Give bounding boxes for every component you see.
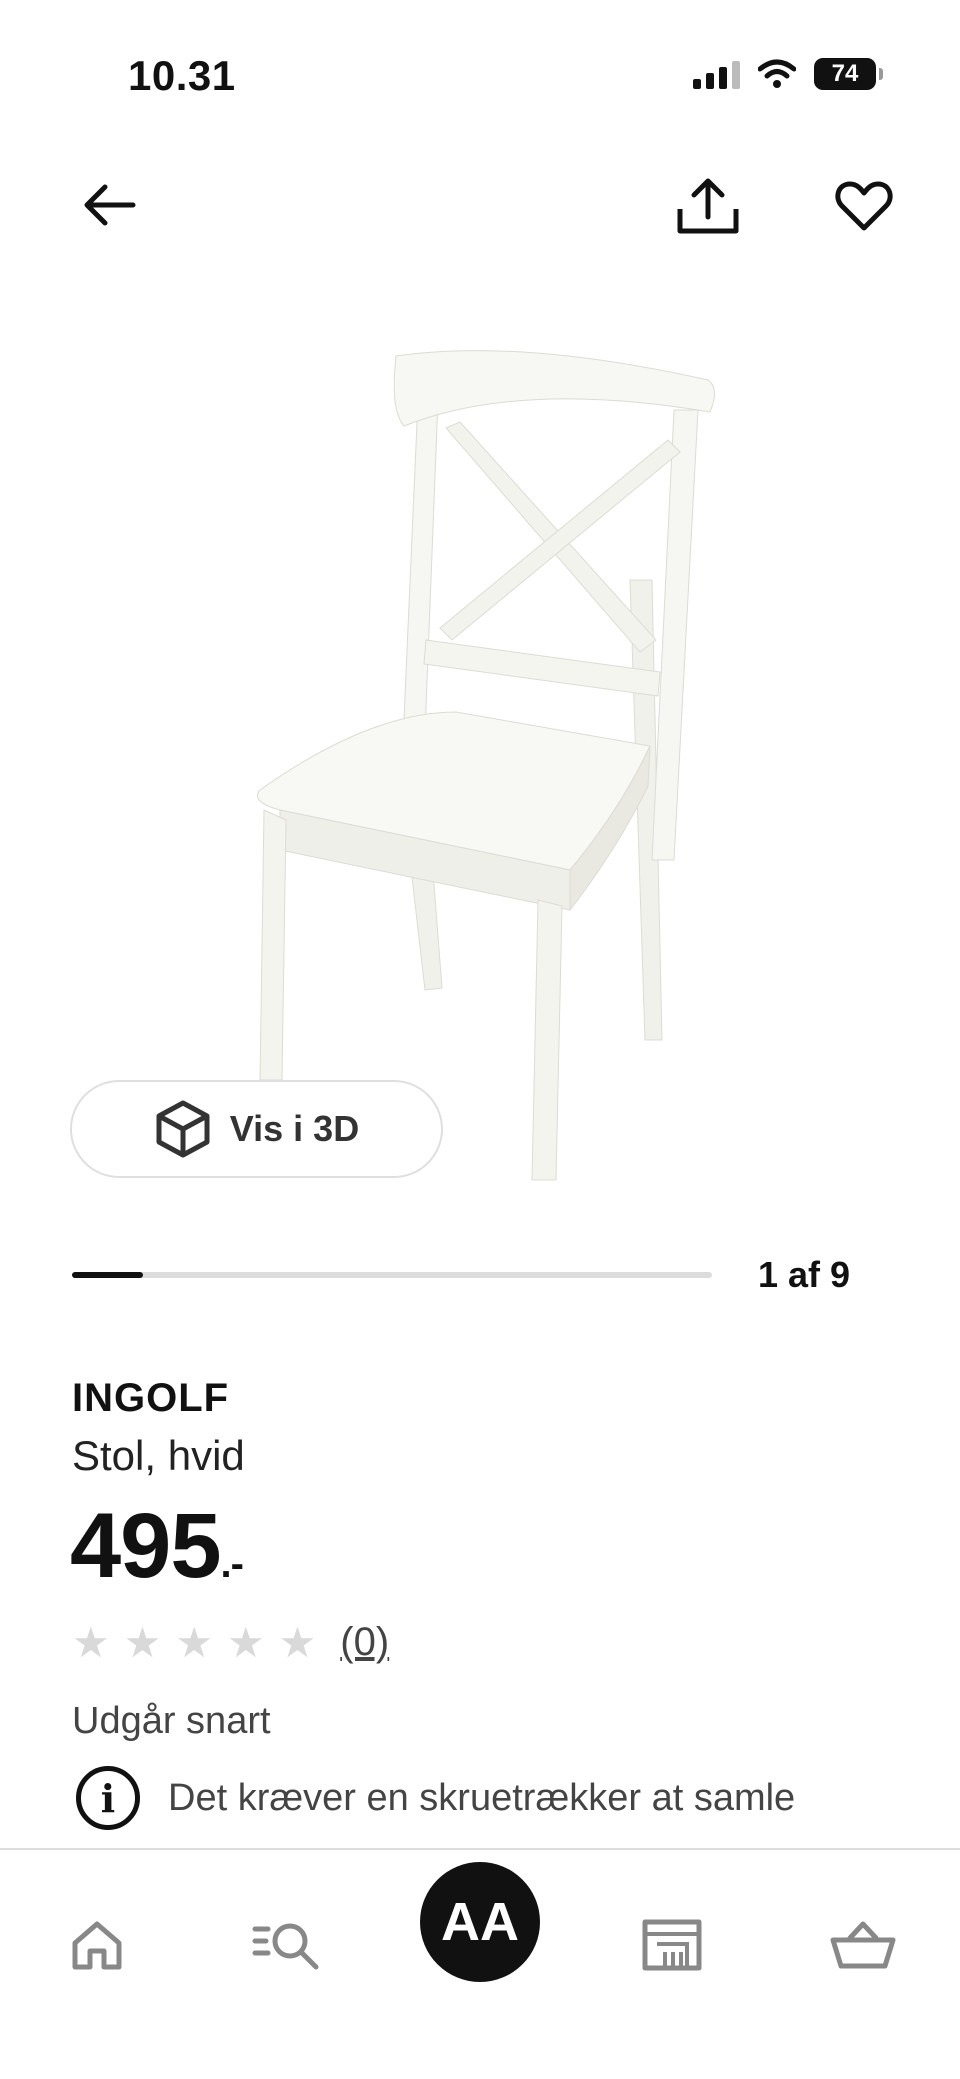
assembly-info-text: Det kræver en skruetrækker at samle <box>168 1776 796 1819</box>
star-icon: ★ <box>175 1618 213 1666</box>
price-value: 495 <box>70 1495 221 1597</box>
product-image[interactable] <box>220 340 740 1200</box>
basket-icon <box>830 1921 896 1969</box>
view-3d-label: Vis i 3D <box>229 1108 360 1149</box>
tab-search[interactable] <box>232 1890 342 2000</box>
tab-home[interactable] <box>42 1890 152 2000</box>
review-count-link[interactable]: (0) <box>340 1620 389 1665</box>
availability-status: Udgår snart <box>72 1700 271 1742</box>
image-counter: 1 af 9 <box>758 1254 851 1295</box>
carousel-progress-fill <box>72 1272 144 1278</box>
assembly-info: i Det kræver en skruetrækker at samle <box>76 1766 795 1830</box>
back-button[interactable] <box>74 170 144 240</box>
star-icon: ★ <box>123 1618 162 1666</box>
store-icon <box>642 1919 702 1971</box>
rating[interactable]: ★ ★ ★ ★ ★ (0) <box>72 1620 389 1665</box>
favorite-button[interactable] <box>826 168 902 244</box>
account-initials: AA <box>441 1892 519 1952</box>
product-name: INGOLF <box>72 1376 230 1420</box>
heart-icon <box>835 181 893 231</box>
wifi-icon <box>758 59 796 88</box>
battery-level: 74 <box>831 60 859 87</box>
bottom-tab-bar: AA <box>0 1848 960 2079</box>
signal-icon <box>693 59 740 89</box>
star-icon: ★ <box>278 1618 317 1666</box>
home-icon <box>72 1921 122 1970</box>
cube-icon <box>156 1100 210 1158</box>
battery-icon: 74 <box>814 58 883 90</box>
tab-stores[interactable] <box>617 1890 727 2000</box>
arrow-left-icon <box>84 184 136 226</box>
status-bar: 10.31 74 <box>0 0 960 150</box>
product-price: 495.- <box>70 1500 244 1592</box>
tab-basket[interactable] <box>808 1890 918 2000</box>
star-icon: ★ <box>226 1618 265 1666</box>
star-icon: ★ <box>72 1618 110 1666</box>
view-3d-button[interactable]: Vis i 3D <box>70 1080 443 1178</box>
share-button[interactable] <box>670 168 746 244</box>
status-time: 10.31 <box>128 52 236 99</box>
info-icon: i <box>76 1766 140 1830</box>
search-list-icon <box>252 1923 319 1970</box>
image-carousel-progress <box>72 1272 712 1278</box>
share-icon <box>677 178 739 234</box>
price-suffix: .- <box>220 1542 244 1586</box>
status-icons: 74 <box>693 58 883 90</box>
product-description: Stol, hvid <box>72 1432 245 1479</box>
tab-account[interactable]: AA <box>420 1862 540 1982</box>
top-nav <box>0 160 960 260</box>
